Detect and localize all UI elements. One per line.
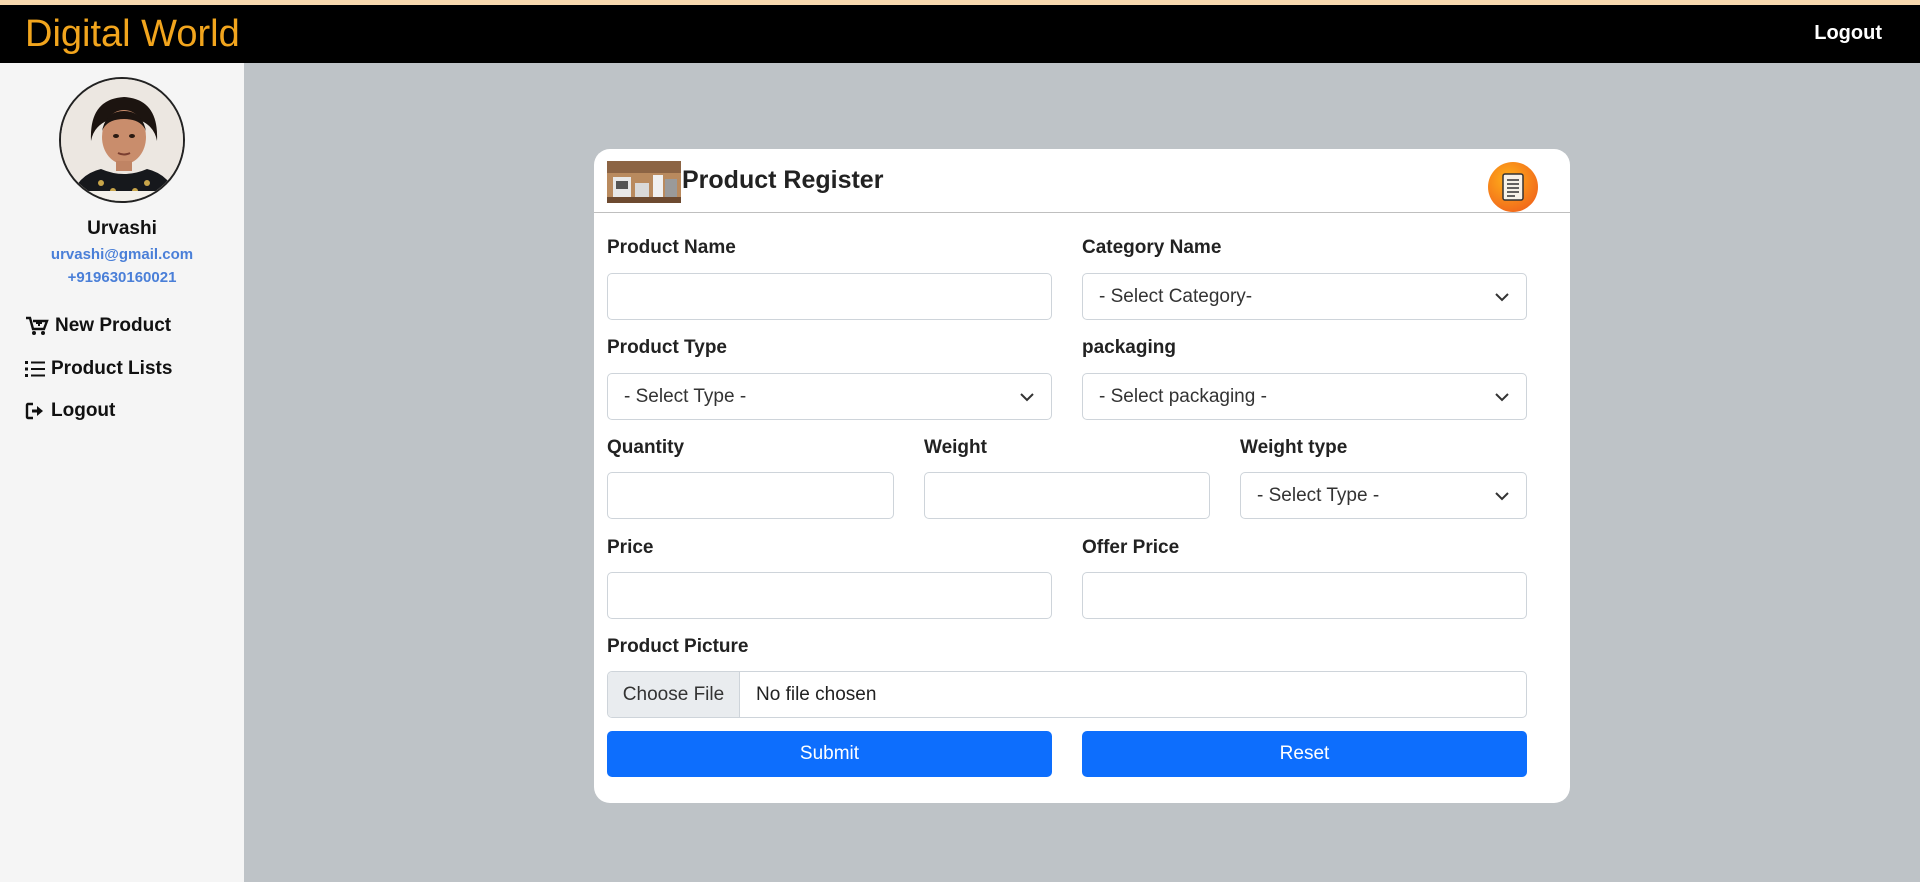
sidebar: Urvashi urvashi@gmail.com +919630160021 … (0, 63, 244, 882)
weight-type-select[interactable]: - Select Type - (1240, 472, 1527, 519)
offer-price-label: Offer Price (1082, 537, 1180, 558)
chevron-down-icon (1020, 392, 1034, 401)
price-input[interactable] (607, 572, 1052, 619)
category-name-label: Category Name (1082, 237, 1222, 258)
chevron-down-icon (1495, 292, 1509, 301)
submit-button[interactable]: Submit (607, 731, 1052, 777)
cart-plus-icon (25, 316, 49, 336)
category-select-value: - Select Category- (1099, 285, 1253, 307)
chevron-down-icon (1495, 392, 1509, 401)
file-status-text: No file chosen (756, 683, 877, 705)
weight-type-select-value: - Select Type - (1257, 484, 1380, 506)
document-list-icon (1488, 162, 1538, 212)
sidebar-item-label: New Product (55, 315, 172, 336)
sidebar-item-logout[interactable]: Logout (25, 400, 115, 422)
reset-button[interactable]: Reset (1082, 731, 1527, 777)
packaging-label: packaging (1082, 337, 1176, 358)
top-navbar: Digital World Logout (0, 5, 1920, 63)
card-header: Product Register (594, 149, 1570, 213)
avatar (59, 77, 185, 203)
product-name-input[interactable] (607, 273, 1052, 320)
brand-title[interactable]: Digital World (25, 13, 240, 56)
sidebar-item-product-lists[interactable]: Product Lists (25, 358, 172, 380)
sidebar-item-new-product[interactable]: New Product (25, 315, 171, 337)
offer-price-input[interactable] (1082, 572, 1527, 619)
profile-name: Urvashi (87, 218, 157, 239)
chevron-down-icon (1495, 491, 1509, 500)
quantity-label: Quantity (607, 437, 685, 458)
profile-phone[interactable]: +919630160021 (0, 269, 244, 286)
packaging-select[interactable]: - Select packaging - (1082, 373, 1527, 420)
product-type-label: Product Type (607, 337, 727, 358)
packaging-select-value: - Select packaging - (1099, 385, 1267, 407)
sidebar-item-label: Product Lists (51, 358, 173, 379)
product-register-card: Product Register Product Name Category N… (594, 149, 1570, 803)
list-icon (25, 360, 45, 378)
weight-label: Weight (924, 437, 987, 458)
products-thumbnail (607, 161, 681, 203)
category-select[interactable]: - Select Category- (1082, 273, 1527, 320)
price-label: Price (607, 537, 654, 558)
product-type-select[interactable]: - Select Type - (607, 373, 1052, 420)
product-name-label: Product Name (607, 237, 736, 258)
navbar-logout-link[interactable]: Logout (1814, 22, 1882, 45)
profile-email[interactable]: urvashi@gmail.com (0, 246, 244, 263)
weight-input[interactable] (924, 472, 1210, 519)
product-type-select-value: - Select Type - (624, 385, 747, 407)
page-title: Product Register (682, 166, 884, 194)
sidebar-item-label: Logout (51, 400, 116, 421)
choose-file-button[interactable]: Choose File (608, 672, 740, 717)
product-picture-file-input[interactable]: Choose File No file chosen (607, 671, 1527, 718)
quantity-input[interactable] (607, 472, 894, 519)
product-picture-label: Product Picture (607, 636, 749, 657)
weight-type-label: Weight type (1240, 437, 1348, 458)
sign-out-icon (25, 402, 45, 420)
